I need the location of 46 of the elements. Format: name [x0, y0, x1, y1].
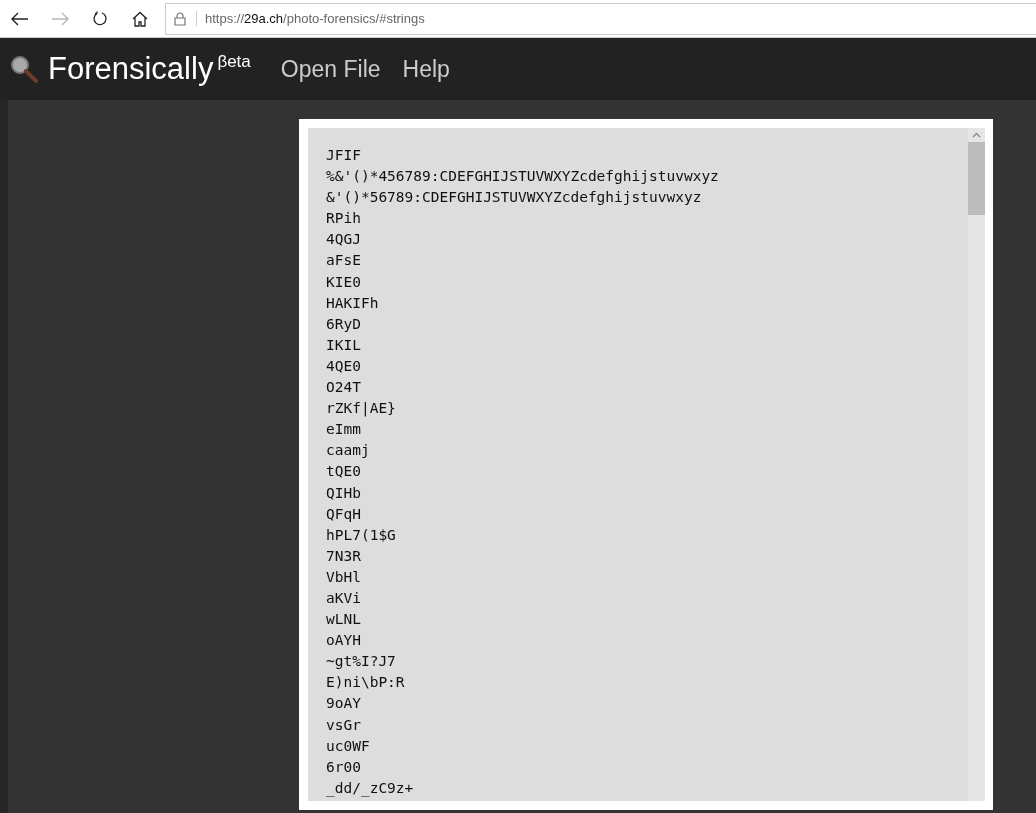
string-line: uc0WF	[326, 736, 370, 756]
string-line: VbHl	[326, 567, 361, 587]
string-line: 9oAY	[326, 694, 361, 714]
string-line: 4QE0	[326, 356, 361, 376]
string-line: KIE0	[326, 272, 361, 292]
string-line: 6r00	[326, 757, 361, 777]
string-line: vsGr	[326, 715, 361, 735]
string-line: RPih	[326, 209, 361, 229]
string-line: IKIL	[326, 335, 361, 355]
string-line: oAYH	[326, 631, 361, 651]
menu-link[interactable]: Open File	[280, 55, 381, 83]
string-line: 7N3R	[326, 546, 361, 566]
home-icon	[132, 10, 148, 27]
string-line: 4QGJ	[326, 230, 361, 250]
string-line: rZKf|AE}	[326, 399, 396, 419]
string-line: QIHb	[326, 483, 361, 503]
string-line: eImm	[326, 420, 361, 440]
string-line: aFsE	[326, 251, 361, 271]
string-line: %&'()*456789:CDEFGHIJSTUVWXYZcdefghijstuvwxyz	[326, 167, 719, 187]
string-line: wLNL	[326, 610, 361, 630]
beta-label: βeta	[217, 52, 251, 72]
string-line: tQE0	[326, 462, 361, 482]
string-line: _dd/_zC9z+	[326, 778, 414, 799]
app-title: Forensically	[48, 51, 214, 87]
url-text: https://29a.ch/photo-forensics/#strings	[196, 11, 425, 26]
string-line: HAKIFh	[326, 293, 379, 313]
string-line: aKVi	[326, 588, 361, 608]
magnifier-icon	[10, 55, 38, 83]
lock-icon	[174, 11, 186, 26]
reload-icon	[92, 10, 108, 27]
string-line: E)ni\bP:R	[326, 673, 405, 693]
left-arrow-icon	[11, 11, 29, 26]
string-line: JFIF	[326, 146, 361, 165]
string-line: QFqH	[326, 504, 361, 524]
string-line: caamj	[326, 441, 370, 461]
scrollbar[interactable]	[968, 128, 985, 801]
string-line: O24T	[326, 378, 361, 398]
menu-link[interactable]: Help	[402, 55, 450, 83]
string-line: 6RyD	[326, 314, 361, 334]
scroll-thumb[interactable]	[968, 142, 985, 215]
string-line: ~gt%I?J7	[326, 652, 396, 672]
address-bar[interactable]: https://29a.ch/photo-forensics/#strings	[165, 2, 1036, 35]
scroll-up-icon[interactable]	[972, 132, 981, 138]
right-arrow-icon	[51, 11, 69, 26]
string-line: &'()*56789:CDEFGHIJSTUVWXYZcdefghijstuvwxyz	[326, 188, 702, 208]
string-line: hPL7(1$G	[326, 525, 396, 545]
